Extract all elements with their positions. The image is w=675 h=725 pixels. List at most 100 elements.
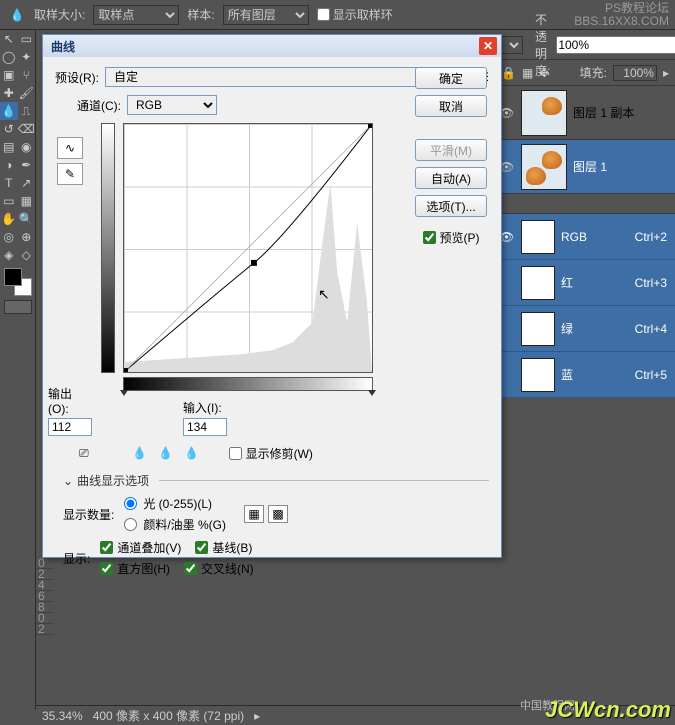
wand-tool[interactable]: ✦ <box>18 48 36 66</box>
chevron-icon[interactable]: ▸ <box>254 709 260 723</box>
3d-cam2[interactable]: ◇ <box>18 246 36 264</box>
heal-tool[interactable]: ✚ <box>0 84 18 102</box>
crop-tool[interactable]: ▣ <box>0 66 18 84</box>
eyedropper-tool[interactable]: 💧 <box>0 102 18 120</box>
preset-label: 预设(R): <box>55 69 99 86</box>
lock-icon[interactable]: 🔒 <box>501 66 516 80</box>
show-label: 显示: <box>63 550 90 567</box>
cross-check[interactable]: 交叉线(N) <box>184 560 254 577</box>
sample-label: 样本: <box>187 6 214 23</box>
histogram-check[interactable]: 直方图(H) <box>100 560 170 577</box>
blur-tool[interactable]: ◉ <box>18 138 36 156</box>
shape-tool[interactable]: ▭ <box>0 192 18 210</box>
sample-size-label: 取样大小: <box>34 6 85 23</box>
hand-target-icon[interactable]: ⎚ <box>79 446 89 461</box>
curve-mode-btn[interactable]: ∿ <box>57 137 83 159</box>
type-tool[interactable]: T <box>0 174 18 192</box>
sample-size-select[interactable]: 取样点 <box>93 5 179 25</box>
ok-button[interactable]: 确定 <box>415 67 487 89</box>
chevron-icon: ⌄ <box>63 474 73 488</box>
3d-rotate[interactable]: ◎ <box>0 228 18 246</box>
baseline-check[interactable]: 基线(B) <box>195 539 252 556</box>
channel-row[interactable]: 蓝Ctrl+5 <box>495 352 675 398</box>
cursor-icon: ↖ <box>318 286 330 303</box>
input-input[interactable] <box>183 418 227 436</box>
channel-row[interactable]: 红Ctrl+3 <box>495 260 675 306</box>
3d-cam[interactable]: ◈ <box>0 246 18 264</box>
layer-row[interactable]: 👁 图层 1 副本 <box>495 86 675 140</box>
cancel-button[interactable]: 取消 <box>415 95 487 117</box>
curves-dialog: 曲线 ✕ 预设(R): 自定 ☰ 通道(C): RGB ∿ ✎ 输出(O): <box>42 34 502 558</box>
output-input[interactable] <box>48 418 92 436</box>
dialog-titlebar[interactable]: 曲线 ✕ <box>43 35 501 57</box>
close-icon[interactable]: ✕ <box>479 37 497 55</box>
input-gradient <box>123 377 373 391</box>
layer-thumb <box>521 90 567 136</box>
move-tool[interactable]: ↖ <box>0 30 18 48</box>
ch-overlay-check[interactable]: 通道叠加(V) <box>100 539 181 556</box>
channel-row[interactable]: 👁RGBCtrl+2 <box>495 214 675 260</box>
chevron-icon[interactable]: ▸ <box>663 66 669 80</box>
show-ring-check[interactable]: 显示取样环 <box>317 6 393 23</box>
channel-row[interactable]: 绿Ctrl+4 <box>495 306 675 352</box>
quickmask[interactable] <box>4 300 32 314</box>
black-point-eyedropper[interactable]: 💧 <box>131 444 149 462</box>
channels-panel: 👁RGBCtrl+2 红Ctrl+3 绿Ctrl+4 蓝Ctrl+5 <box>495 204 675 398</box>
preview-check[interactable]: 预览(P) <box>423 229 480 246</box>
expand-display-options[interactable]: ⌄ 曲线显示选项 <box>63 472 489 489</box>
grid-fine-btn[interactable]: ▩ <box>268 505 288 523</box>
right-panels: 不透明度: ▸ 🔒 ▦ ✥ 填充: ▸ 👁 图层 1 副本 👁 图层 1 👁RG… <box>495 30 675 710</box>
zoom-tool[interactable]: 🔍 <box>18 210 36 228</box>
dodge-tool[interactable]: ◑ <box>0 156 18 174</box>
history-brush[interactable]: ↺ <box>0 120 18 138</box>
qty-label: 显示数量: <box>63 506 114 523</box>
qty-light-radio[interactable]: 光 (0-255)(L) <box>124 495 226 512</box>
lock-pos-icon[interactable]: ✥ <box>539 66 549 80</box>
stamp-tool[interactable]: ⎍ <box>18 102 36 120</box>
layers-header: 不透明度: ▸ <box>495 30 675 60</box>
channel-select[interactable]: RGB <box>127 95 217 115</box>
eraser-tool[interactable]: ⌫ <box>18 120 36 138</box>
notes-tool[interactable]: ▦ <box>18 192 36 210</box>
sample-select[interactable]: 所有图层 <box>223 5 309 25</box>
options-button[interactable]: 选项(T)... <box>415 195 487 217</box>
smooth-button[interactable]: 平滑(M) <box>415 139 487 161</box>
gray-point-eyedropper[interactable]: 💧 <box>157 444 175 462</box>
show-clip-check[interactable]: 显示修剪(W) <box>229 445 313 462</box>
fill-input[interactable] <box>613 65 657 81</box>
doc-info: 400 像素 x 400 像素 (72 ppi) <box>93 707 244 724</box>
3d-pan[interactable]: ⊕ <box>18 228 36 246</box>
pencil-mode-btn[interactable]: ✎ <box>57 163 83 185</box>
dialog-buttons: 确定 取消 平滑(M) 自动(A) 选项(T)... 预览(P) <box>413 67 489 246</box>
hand-tool[interactable]: ✋ <box>0 210 18 228</box>
input-label: 输入(I): <box>183 399 222 416</box>
white-point-eyedropper[interactable]: 💧 <box>183 444 201 462</box>
blend-mode[interactable] <box>501 36 523 54</box>
layer-row[interactable]: 👁 图层 1 <box>495 140 675 194</box>
zoom-level[interactable]: 35.34% <box>42 709 83 723</box>
lock-pix-icon[interactable]: ▦ <box>522 66 533 80</box>
output-gradient <box>101 123 115 373</box>
eyedropper-icon: 💧 <box>8 6 26 24</box>
toolbox: ↖▭ ◯✦ ▣⑂ ✚🖌 💧⎍ ↺⌫ ▤◉ ◑✒ T↗ ▭▦ ✋🔍 ◎⊕ ◈◇ <box>0 30 36 710</box>
jcw-watermark: JCWcn.com <box>545 697 671 723</box>
color-swatch[interactable] <box>4 268 32 296</box>
brush-tool[interactable]: 🖌 <box>18 84 36 102</box>
marquee-tool[interactable]: ▭ <box>18 30 36 48</box>
opacity-input[interactable] <box>556 36 675 54</box>
slice-tool[interactable]: ⑂ <box>18 66 36 84</box>
path-tool[interactable]: ↗ <box>18 174 36 192</box>
grid-coarse-btn[interactable]: ▦ <box>244 505 264 523</box>
output-group: 输出(O): <box>48 385 92 436</box>
channel-label: 通道(C): <box>77 97 121 114</box>
gradient-tool[interactable]: ▤ <box>0 138 18 156</box>
qty-ink-radio[interactable]: 颜料/油墨 %(G) <box>124 516 226 533</box>
pen-tool[interactable]: ✒ <box>18 156 36 174</box>
vertical-ruler: 0246802 <box>36 558 54 635</box>
layer-thumb <box>521 144 567 190</box>
watermark: PS教程论坛BBS.16XX8.COM <box>574 2 669 28</box>
lasso-tool[interactable]: ◯ <box>0 48 18 66</box>
auto-button[interactable]: 自动(A) <box>415 167 487 189</box>
dialog-title: 曲线 <box>51 38 75 55</box>
curve-graph[interactable]: ↖ <box>123 123 373 373</box>
